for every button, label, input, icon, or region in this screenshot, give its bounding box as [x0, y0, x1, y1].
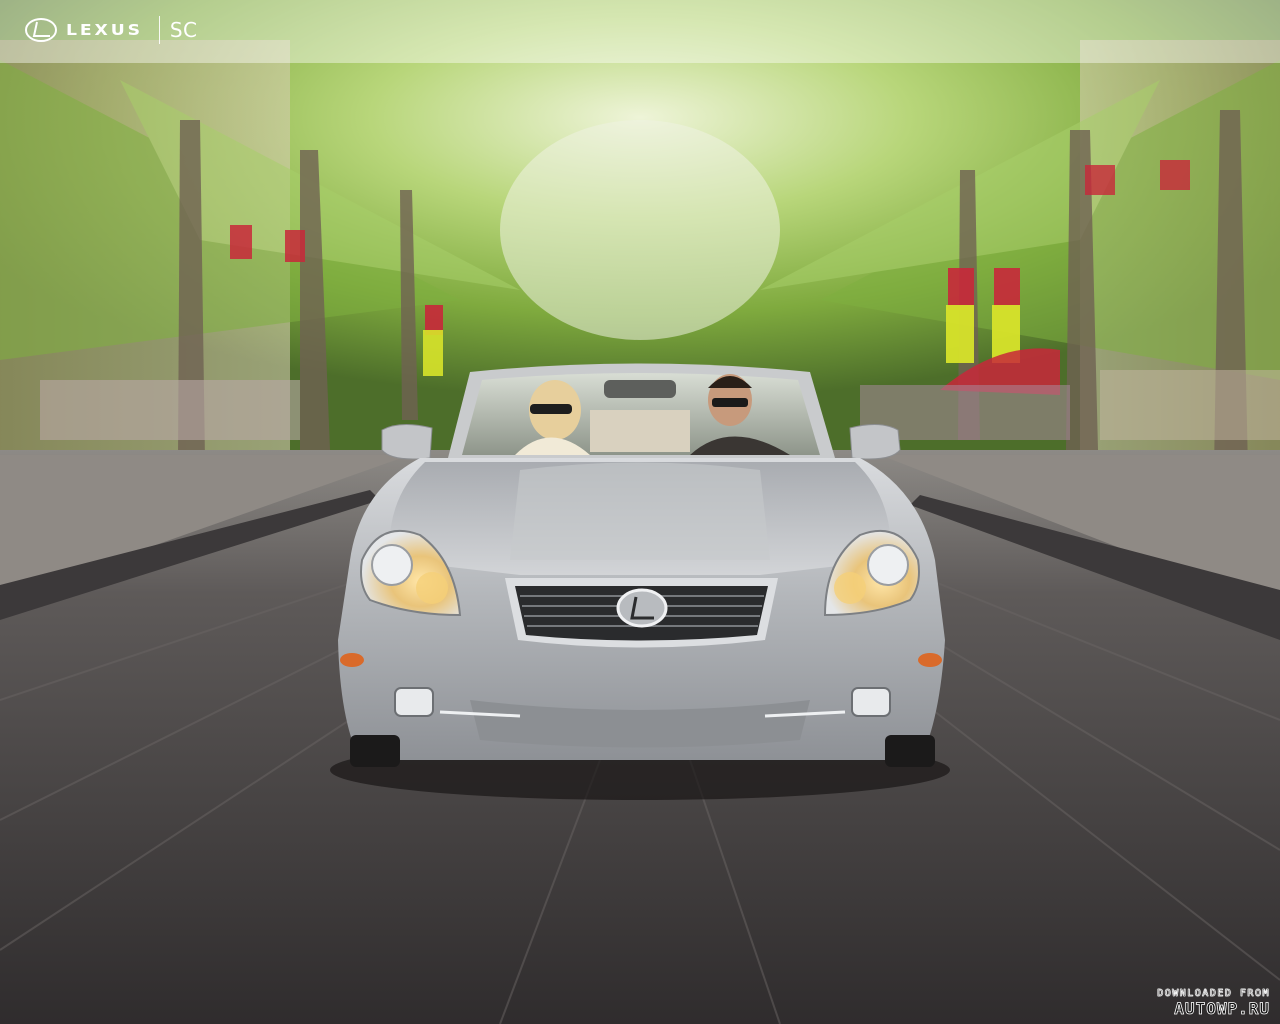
lexus-emblem-icon — [25, 18, 57, 42]
watermark-line2: AUTOWP.RU — [1174, 999, 1270, 1019]
brand-divider — [158, 16, 160, 44]
model-name: SC — [169, 18, 198, 42]
car-photo — [0, 0, 1280, 1024]
brand-logo: LEXUS SC — [24, 14, 198, 46]
watermark-line1: DOWNLOADED FROM — [1157, 988, 1270, 1000]
wallpaper: LEXUS SC DOWNLOADED FROM AUTOWP.RU — [0, 0, 1280, 1024]
source-watermark: DOWNLOADED FROM AUTOWP.RU — [1110, 988, 1270, 1019]
brand-wordmark: LEXUS — [66, 21, 143, 39]
